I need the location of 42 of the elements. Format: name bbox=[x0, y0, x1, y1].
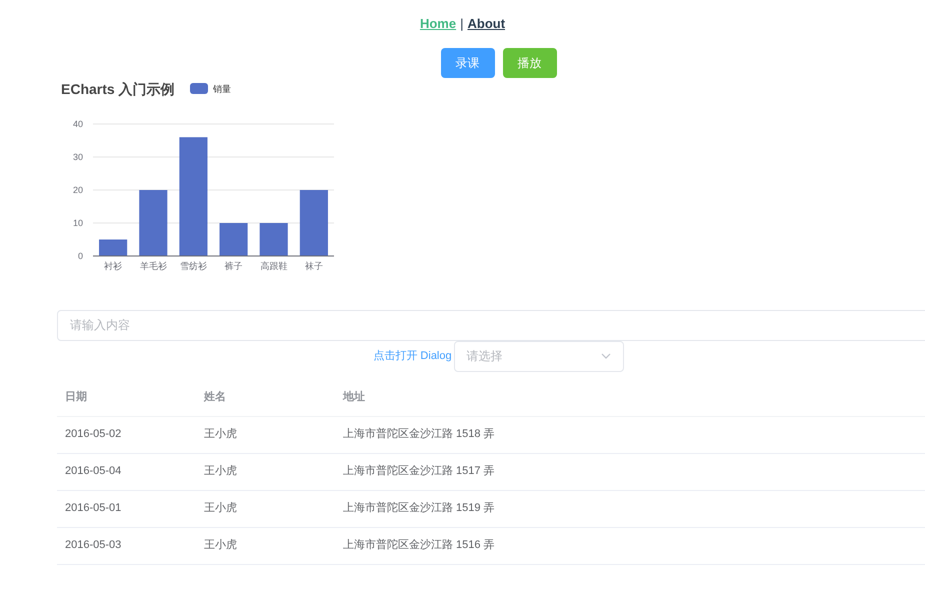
dialog-link[interactable]: 点击打开 Dialog bbox=[373, 348, 452, 364]
y-tick-label: 40 bbox=[72, 118, 83, 128]
table-cell-text: 2016-05-02 bbox=[64, 427, 122, 442]
x-category-label: 衬衫 bbox=[104, 260, 122, 270]
chevron-down-icon bbox=[600, 353, 611, 359]
x-category-label: 高跟鞋 bbox=[260, 260, 288, 270]
nav-link[interactable]: Home bbox=[420, 14, 456, 34]
action-button[interactable]: 录课 bbox=[440, 48, 494, 78]
table-cell-text: 王小虎 bbox=[203, 464, 238, 480]
y-tick-label: 20 bbox=[72, 184, 83, 194]
bar bbox=[139, 190, 168, 256]
table-cell-text: 上海市普陀区金沙江路 1518 弄 bbox=[342, 426, 496, 442]
table-cell-text: 上海市普陀区金沙江路 1517 弄 bbox=[342, 464, 496, 480]
table-cell-text: 上海市普陀区金沙江路 1519 弄 bbox=[342, 500, 496, 516]
table-cell-text: 2016-05-04 bbox=[64, 464, 122, 480]
column-header: 日期 bbox=[64, 390, 88, 406]
table-cell-text: 2016-05-01 bbox=[64, 501, 122, 516]
nav-separator: | bbox=[460, 15, 464, 33]
nav-link[interactable]: About bbox=[467, 14, 506, 34]
table-cell-text: 上海市普陀区金沙江路 1516 弄 bbox=[342, 538, 496, 554]
search-field[interactable]: 请输入内容 bbox=[57, 310, 925, 340]
table-cell-text: 王小虎 bbox=[203, 538, 238, 554]
action-button[interactable]: 播放 bbox=[502, 48, 556, 78]
column-header: 姓名 bbox=[202, 390, 227, 406]
y-tick-label: 10 bbox=[72, 218, 83, 228]
x-category-label: 雪纺衫 bbox=[180, 260, 207, 270]
legend-label: 销量 bbox=[213, 84, 231, 94]
chart-title: ECharts 入门示例 bbox=[61, 80, 175, 96]
bar bbox=[260, 222, 288, 256]
bar bbox=[220, 222, 248, 256]
x-category-label: 羊毛衫 bbox=[140, 260, 167, 270]
select-field[interactable]: 请选择 bbox=[454, 340, 624, 372]
x-category-label: 袜子 bbox=[304, 260, 323, 270]
column-header: 地址 bbox=[342, 390, 366, 406]
bar bbox=[300, 190, 328, 256]
bar bbox=[99, 239, 128, 256]
table-cell-text: 王小虎 bbox=[203, 427, 238, 442]
table-cell-text: 王小虎 bbox=[203, 501, 238, 516]
y-tick-label: 30 bbox=[72, 152, 83, 162]
y-tick-label: 0 bbox=[78, 250, 83, 260]
x-category-label: 裤子 bbox=[224, 260, 243, 270]
table-cell-text: 2016-05-03 bbox=[64, 538, 122, 554]
